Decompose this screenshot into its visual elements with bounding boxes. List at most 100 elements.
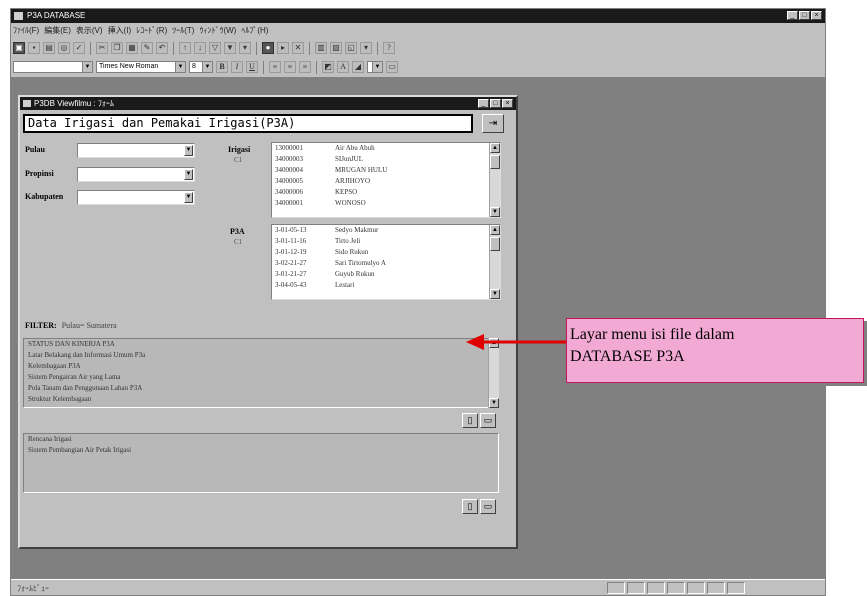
list-item[interactable]: Sistem Pengairan Air yang Lama (24, 372, 498, 383)
callout-line-1: Layar menu isi file dalam (570, 326, 735, 343)
menu-view[interactable]: 表示(V) (76, 24, 103, 38)
list-item[interactable]: 3-04-05-43 Lestari (272, 280, 500, 291)
exit-button[interactable]: ⇥ (482, 114, 504, 133)
spelling-icon[interactable]: ✓ (73, 42, 85, 54)
line-color-icon[interactable]: ◢ (352, 61, 364, 73)
pulau-select[interactable]: ▼ (77, 143, 195, 158)
menu-record[interactable]: ﾚｺｰﾄﾞ(R) (136, 24, 167, 38)
list-item[interactable]: 3-02-21-27 Sari Tirtomulyo A (272, 258, 500, 269)
standard-toolbar: ▣ ▪ ▤ ◎ ✓ ✂ ❐ ▦ ✎ ↶ ↑ ↓ ▽ ▼ ▾ ● ▸ ✕ ▥ ▧ … (13, 39, 823, 57)
minimize-button[interactable]: _ (787, 11, 798, 20)
save-icon[interactable]: ▪ (28, 42, 40, 54)
form-maximize-button[interactable]: □ (490, 99, 501, 108)
filter-row: FILTER: Pulau= Sumatera (25, 321, 117, 330)
propinsi-select[interactable]: ▼ (77, 167, 195, 182)
memo-irigasi-list[interactable]: Rencana Irigasi Sistem Pembangian Air Pe… (23, 433, 499, 493)
format-painter-icon[interactable]: ✎ (141, 42, 153, 54)
menu-file[interactable]: ﾌｧｲﾙ(F) (13, 24, 39, 38)
font-name-select[interactable]: Times New Roman ▼ (96, 61, 186, 73)
list-item[interactable]: 34000006 KEPSO (272, 187, 500, 198)
chevron-down-icon: ▼ (175, 62, 185, 72)
find-icon[interactable]: ● (262, 42, 274, 54)
scroll-thumb[interactable] (490, 155, 500, 169)
paste-icon[interactable]: ▦ (126, 42, 138, 54)
menu-tools[interactable]: ﾂｰﾙ(T) (172, 24, 194, 38)
database-window-icon[interactable]: ▧ (330, 42, 342, 54)
list-item[interactable]: 3-01-12-19 Sido Rukun (272, 247, 500, 258)
scroll-down-icon[interactable]: ▼ (490, 289, 500, 299)
annotation-callout: Layar menu isi file dalam DATABASE P3A (566, 318, 864, 383)
menu-insert[interactable]: 挿入(I) (108, 24, 132, 38)
new-object-icon[interactable]: ◱ (345, 42, 357, 54)
list-item[interactable]: 3-01-05-13 Sedyo Makmur (272, 225, 500, 236)
cut-icon[interactable]: ✂ (96, 42, 108, 54)
scroll-down-icon[interactable]: ▼ (489, 398, 499, 408)
list-item[interactable]: 34000004 MRUGAN HULU (272, 165, 500, 176)
irigasi-list[interactable]: 13000001 Air Abu Abuh 34000003 SIJunJUL 34… (271, 142, 501, 218)
sort-descending-icon[interactable]: ↓ (194, 42, 206, 54)
undo-icon[interactable]: ↶ (156, 42, 168, 54)
view-icon[interactable]: ▣ (13, 42, 25, 54)
preview-button[interactable]: ▯ (462, 413, 478, 428)
list-item[interactable]: 34000001 WONOSO (272, 198, 500, 209)
menu-window[interactable]: ｳｨﾝﾄﾞｳ(W) (199, 24, 236, 38)
scroll-thumb[interactable] (490, 237, 500, 251)
align-left-icon[interactable]: ≡ (269, 61, 281, 73)
preview-icon[interactable]: ◎ (58, 42, 70, 54)
font-color-icon[interactable]: A (337, 61, 349, 73)
properties-icon[interactable]: ▥ (315, 42, 327, 54)
new-record-icon[interactable]: ▸ (277, 42, 289, 54)
line-width-select[interactable]: ▼ (367, 61, 383, 73)
list-item[interactable]: STATUS DAN KINERJA P3A (24, 339, 498, 350)
align-right-icon[interactable]: ≡ (299, 61, 311, 73)
delete-record-icon[interactable]: ✕ (292, 42, 304, 54)
open-button-2[interactable]: ▭ (480, 499, 496, 514)
maximize-button[interactable]: □ (799, 11, 810, 20)
form-minimize-button[interactable]: _ (478, 99, 489, 108)
memo-status-list[interactable]: STATUS DAN KINERJA P3A Latar Belakang da… (23, 338, 499, 408)
form-close-button[interactable]: × (502, 99, 513, 108)
list-item[interactable]: 34000003 SIJunJUL (272, 154, 500, 165)
scroll-up-icon[interactable]: ▲ (490, 225, 500, 235)
object-selector[interactable]: ▼ (13, 61, 93, 73)
list-item[interactable]: 34000005 ARJIHOYO (272, 176, 500, 187)
help-icon[interactable]: ? (383, 42, 395, 54)
kabupaten-select[interactable]: ▼ (77, 190, 195, 205)
list-item[interactable]: 13000001 Air Abu Abuh (272, 143, 500, 154)
bold-icon[interactable]: B (216, 61, 228, 73)
chevron-down-icon: ▼ (202, 62, 212, 72)
list-item[interactable]: Latar Belakang dan Informasi Umum P3a (24, 350, 498, 361)
list-item[interactable]: Struktur Kelembagaan (24, 394, 498, 405)
menu-help[interactable]: ﾍﾙﾌﾟ(H) (241, 24, 268, 38)
toggle-filter-icon[interactable]: ▾ (239, 42, 251, 54)
sort-ascending-icon[interactable]: ↑ (179, 42, 191, 54)
status-cell (607, 582, 625, 594)
list-item[interactable]: Kelembagaan P3A (24, 361, 498, 372)
menu-edit[interactable]: 編集(E) (44, 24, 71, 38)
p3a-scrollbar[interactable]: ▲ ▼ (489, 225, 500, 299)
apply-filter-icon[interactable]: ▼ (224, 42, 236, 54)
list-item[interactable]: 3-01-21-27 Guyub Rukun (272, 269, 500, 280)
scroll-up-icon[interactable]: ▲ (490, 143, 500, 153)
irigasi-scrollbar[interactable]: ▲ ▼ (489, 143, 500, 217)
underline-icon[interactable]: U (246, 61, 258, 73)
copy-icon[interactable]: ❐ (111, 42, 123, 54)
open-button[interactable]: ▭ (480, 413, 496, 428)
fill-color-icon[interactable]: ◩ (322, 61, 334, 73)
filter-icon[interactable]: ▽ (209, 42, 221, 54)
close-button[interactable]: × (811, 11, 822, 20)
preview-button-2[interactable]: ▯ (462, 499, 478, 514)
list-item[interactable]: 3-01-11-16 Tirto Jeli (272, 236, 500, 247)
scroll-down-icon[interactable]: ▼ (490, 207, 500, 217)
print-icon[interactable]: ▤ (43, 42, 55, 54)
special-effect-icon[interactable]: ▭ (386, 61, 398, 73)
p3a-list[interactable]: 3-01-05-13 Sedyo Makmur 3-01-11-16 Tirto J… (271, 224, 501, 300)
list-item[interactable]: Pola Tanam dan Penggunaan Lahan P3A (24, 383, 498, 394)
chevron-down-icon[interactable]: ▾ (360, 42, 372, 54)
italic-icon[interactable]: I (231, 61, 243, 73)
align-center-icon[interactable]: ≡ (284, 61, 296, 73)
chevron-down-icon: ▼ (184, 192, 193, 203)
font-size-select[interactable]: 8 ▼ (189, 61, 213, 73)
list-item[interactable]: Sistem Pembangian Air Petak Irigasi (24, 445, 498, 456)
list-item[interactable]: Rencana Irigasi (24, 434, 498, 445)
